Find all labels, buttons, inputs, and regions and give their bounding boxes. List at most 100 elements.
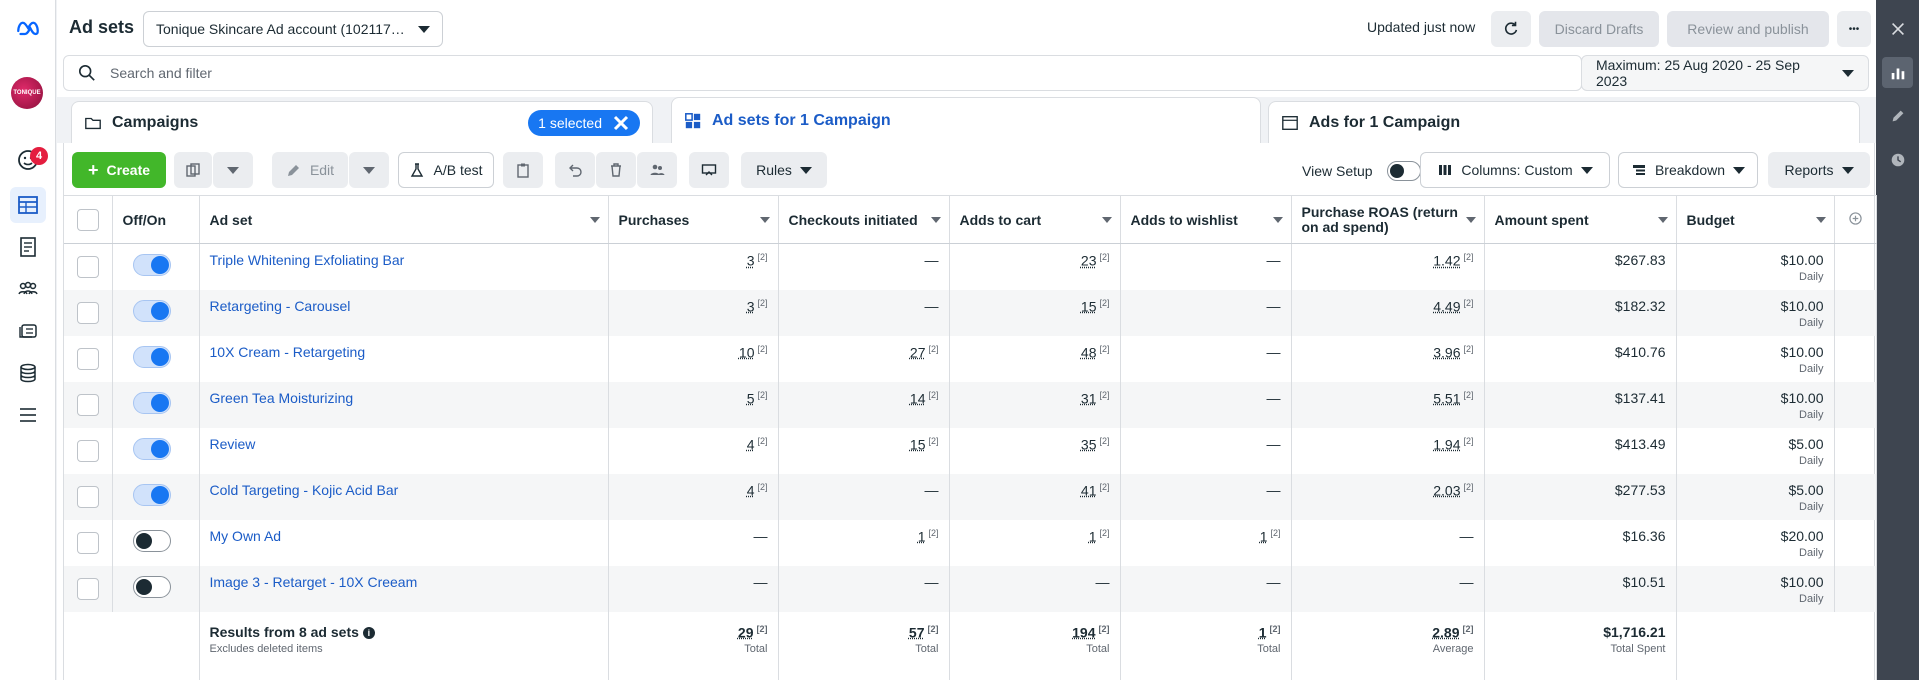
purchases-cell[interactable]: 3 [2] — [608, 289, 779, 336]
table-row[interactable]: Green Tea Moisturizing 5 [2] 14 [2] 31 [2] … — [64, 381, 1877, 428]
audiences-icon[interactable] — [10, 271, 46, 307]
ad-set-name-link[interactable]: My Own Ad — [210, 528, 282, 544]
row-checkbox[interactable] — [76, 439, 99, 462]
create-button[interactable]: + Create — [72, 152, 166, 188]
budget-cell[interactable]: $5.00 Daily — [1676, 427, 1835, 474]
chart-icon[interactable] — [1882, 57, 1913, 88]
checkouts-cell[interactable]: 1 [2] — [778, 519, 950, 566]
ab-test-button[interactable]: A/B test — [398, 152, 494, 188]
sort-icon[interactable] — [1657, 217, 1668, 223]
sort-icon[interactable] — [1465, 217, 1476, 223]
adds-to-wishlist-cell[interactable]: 1 [2] — [1120, 519, 1292, 566]
media-library-icon[interactable] — [10, 313, 46, 349]
refresh-button[interactable] — [1491, 11, 1531, 47]
row-checkbox[interactable] — [76, 301, 99, 324]
edit-pencil-icon[interactable] — [1882, 100, 1913, 131]
ad-set-toggle[interactable] — [132, 254, 171, 276]
purchase-roas-cell[interactable]: 1.94 [2] — [1291, 427, 1485, 474]
adds-to-cart-cell[interactable]: 48 [2] — [949, 335, 1121, 382]
breakdown-button[interactable]: Breakdown — [1618, 152, 1758, 188]
purchases-cell[interactable]: 4 [2] — [608, 427, 779, 474]
adds-to-cart-cell[interactable]: 31 [2] — [949, 381, 1121, 428]
adds-to-cart-cell[interactable]: 23 [2] — [949, 243, 1121, 290]
budget-cell[interactable]: $10.00 Daily — [1676, 381, 1835, 428]
delete-button[interactable] — [596, 152, 636, 188]
edit-button[interactable]: Edit — [272, 152, 348, 188]
tab-ad-sets[interactable]: Ad sets for 1 Campaign — [671, 97, 1261, 143]
row-checkbox[interactable] — [76, 347, 99, 370]
purchases-cell[interactable]: 4 [2] — [608, 473, 779, 520]
ad-set-name-link[interactable]: Review — [210, 436, 256, 452]
add-column-header[interactable] — [1834, 195, 1877, 244]
column-header-adds-to-cart[interactable]: Adds to cart — [949, 195, 1121, 244]
adds-to-cart-cell[interactable]: 35 [2] — [949, 427, 1121, 474]
checkouts-cell[interactable]: 14 [2] — [778, 381, 950, 428]
search-bar[interactable]: Search and filter — [63, 55, 1582, 91]
ad-set-name-link[interactable]: Triple Whitening Exfoliating Bar — [210, 252, 405, 268]
budget-cell[interactable]: $10.00 Daily — [1676, 335, 1835, 382]
rules-button[interactable]: Rules — [741, 152, 827, 188]
clipboard-button[interactable] — [503, 152, 543, 188]
sort-icon[interactable] — [1272, 217, 1283, 223]
table-row[interactable]: Cold Targeting - Kojic Acid Bar 4 [2] — 4… — [64, 473, 1877, 520]
table-row[interactable]: Review 4 [2] 15 [2] 35 [2] — 1.94 [2] $413.4… — [64, 427, 1877, 474]
budget-cell[interactable]: $20.00 Daily — [1676, 519, 1835, 566]
review-and-publish-button[interactable]: Review and publish — [1667, 11, 1829, 47]
sort-icon[interactable] — [1815, 217, 1826, 223]
reports-icon[interactable] — [10, 229, 46, 265]
purchases-cell[interactable]: 5 [2] — [608, 381, 779, 428]
budget-cell[interactable]: $5.00 Daily — [1676, 473, 1835, 520]
preview-button[interactable] — [689, 152, 729, 188]
date-range-picker[interactable]: Maximum: 25 Aug 2020 - 25 Sep 2023 — [1581, 55, 1869, 91]
selected-chip[interactable]: 1 selected — [528, 109, 640, 136]
purchases-cell[interactable]: 3 [2] — [608, 243, 779, 290]
adds-to-cart-cell[interactable]: 41 [2] — [949, 473, 1121, 520]
purchase-roas-cell[interactable]: 1.42 [2] — [1291, 243, 1485, 290]
row-checkbox[interactable] — [76, 485, 99, 508]
reports-button[interactable]: Reports — [1768, 152, 1870, 188]
sort-icon[interactable] — [589, 217, 600, 223]
ad-account-selector[interactable]: Tonique Skincare Ad account (102117… — [143, 11, 443, 47]
billing-icon[interactable] — [10, 355, 46, 391]
table-row[interactable]: 10X Cream - Retargeting 10 [2] 27 [2] 48 [2… — [64, 335, 1877, 382]
table-row[interactable]: Image 3 - Retarget - 10X Creeam — — — — … — [64, 565, 1877, 612]
ad-set-toggle[interactable] — [132, 483, 171, 506]
row-checkbox[interactable] — [76, 256, 99, 278]
table-row[interactable]: Retargeting - Carousel 3 [2] — 15 [2] — 4.… — [64, 289, 1877, 336]
history-clock-icon[interactable] — [1882, 144, 1913, 175]
table-row[interactable]: My Own Ad — 1 [2] 1 [2] 1 [2] — $16.36 $20.… — [64, 519, 1877, 566]
ads-manager-table-icon[interactable] — [10, 187, 46, 223]
row-checkbox[interactable] — [76, 577, 99, 600]
ad-set-toggle[interactable] — [132, 437, 171, 460]
info-icon[interactable]: i — [362, 626, 375, 639]
budget-cell[interactable]: $10.00 Daily — [1676, 565, 1835, 612]
row-checkbox[interactable] — [76, 531, 99, 554]
column-header-adds-to-wishlist[interactable]: Adds to wishlist — [1120, 195, 1292, 244]
menu-icon[interactable] — [10, 397, 46, 433]
column-header-amount-spent[interactable]: Amount spent — [1484, 195, 1677, 244]
duplicate-button[interactable] — [174, 152, 212, 188]
sort-icon[interactable] — [759, 217, 770, 223]
ad-set-name-link[interactable]: Image 3 - Retarget - 10X Creeam — [210, 574, 418, 590]
adds-to-cart-cell[interactable]: 1 [2] — [949, 519, 1121, 566]
undo-button[interactable] — [555, 152, 595, 188]
checkouts-cell[interactable]: 27 [2] — [778, 335, 950, 382]
budget-cell[interactable]: $10.00 Daily — [1676, 243, 1835, 290]
tab-campaigns[interactable]: Campaigns 1 selected — [71, 101, 653, 143]
table-row[interactable]: Triple Whitening Exfoliating Bar 3 [2] — … — [64, 243, 1877, 290]
checkouts-cell[interactable]: 15 [2] — [778, 427, 950, 474]
column-header-budget[interactable]: Budget — [1676, 195, 1835, 244]
view-setup-switch[interactable] — [1386, 161, 1421, 181]
search-input[interactable]: Search and filter — [110, 65, 212, 81]
adds-to-cart-cell[interactable]: 15 [2] — [949, 289, 1121, 336]
more-options-button[interactable]: ••• — [1837, 11, 1871, 47]
column-header-off-on[interactable]: Off/On — [112, 195, 200, 244]
meta-logo-icon[interactable] — [10, 10, 46, 46]
column-header-ad-set[interactable]: Ad set — [199, 195, 609, 244]
close-icon[interactable] — [612, 114, 630, 132]
column-header-checkouts[interactable]: Checkouts initiated — [778, 195, 950, 244]
add-column-icon[interactable] — [1848, 211, 1862, 225]
ad-set-name-link[interactable]: 10X Cream - Retargeting — [210, 344, 366, 360]
sort-icon[interactable] — [930, 217, 941, 223]
view-setup-toggle[interactable]: View Setup — [1302, 161, 1421, 181]
